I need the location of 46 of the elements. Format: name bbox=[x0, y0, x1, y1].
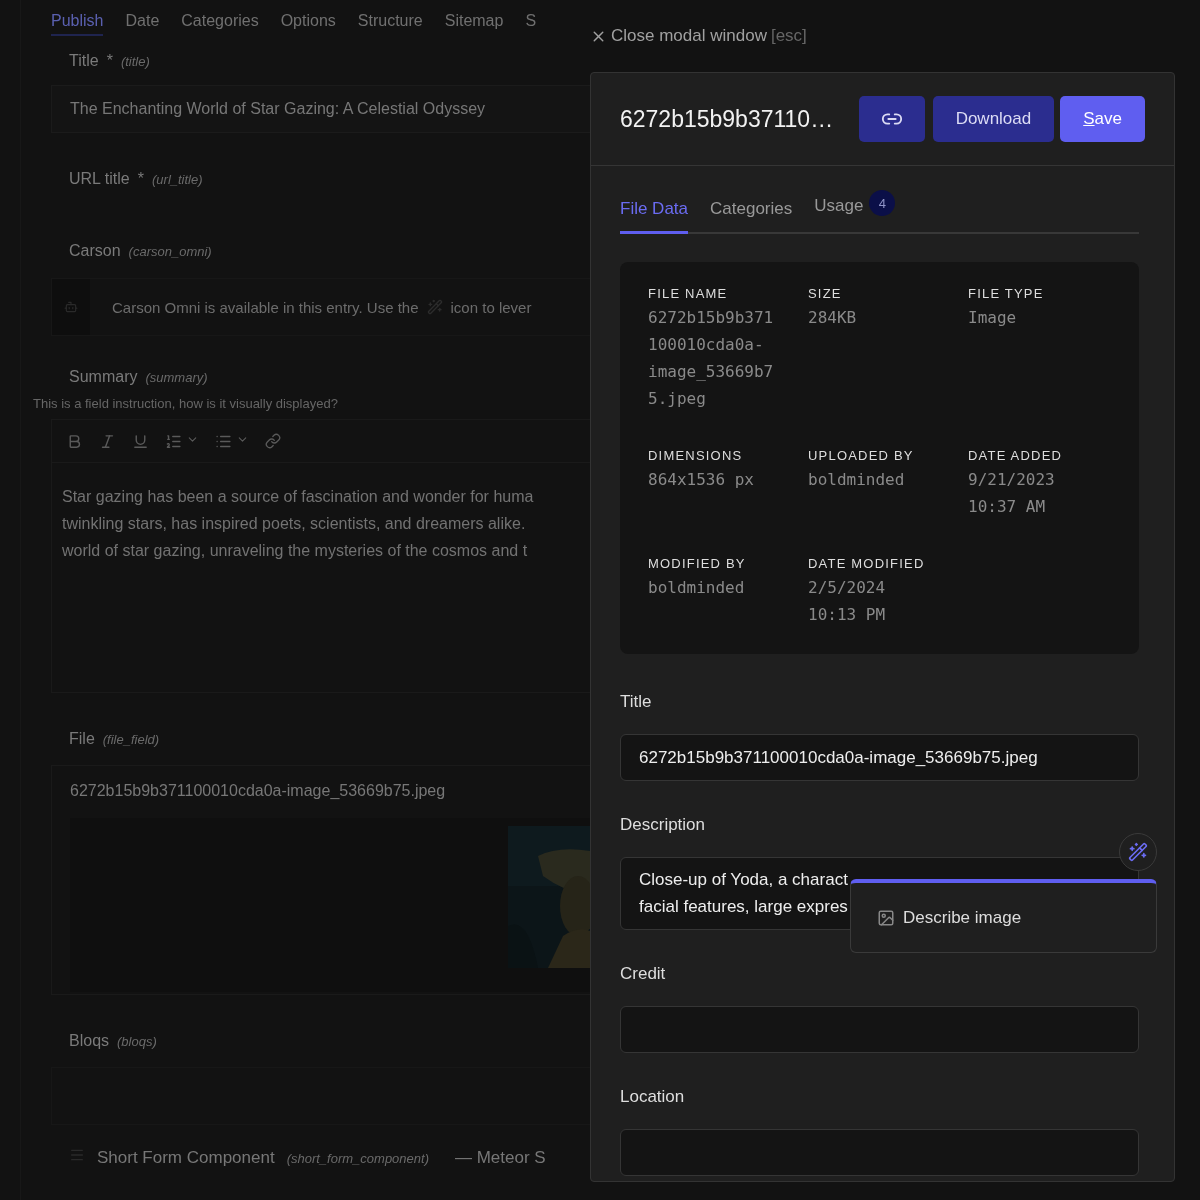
field-handle: (title) bbox=[120, 54, 150, 69]
field-label: Description bbox=[620, 815, 707, 836]
info-value: Image bbox=[968, 307, 1018, 329]
field-instructions: This is a field instruction, how is it visually displayed? bbox=[33, 396, 339, 411]
field-label: File bbox=[69, 730, 95, 748]
info-label: DATE MODIFIED bbox=[808, 556, 926, 571]
summary-text-line: world of star gazing, unraveling the mysteries of the cosmos and t bbox=[62, 541, 529, 561]
field-label: Carson bbox=[69, 242, 121, 260]
required-mark: * bbox=[137, 170, 144, 188]
info-value: 9/21/2023 10:37 AM bbox=[968, 469, 1056, 518]
info-label: FILE TYPE bbox=[968, 286, 1045, 301]
info-value: boldminded bbox=[808, 469, 906, 491]
field-handle: (file_field) bbox=[102, 732, 160, 747]
field-label: Title bbox=[69, 52, 99, 70]
field-handle: (bloqs) bbox=[117, 1034, 157, 1049]
info-value: 284KB bbox=[808, 307, 858, 329]
field-label: URL title bbox=[69, 170, 130, 188]
component-trail: — Meteor S bbox=[455, 1148, 546, 1168]
field-label: Summary bbox=[69, 368, 138, 386]
modal-title: 6272b15b9b37110… bbox=[620, 105, 835, 133]
component-name: Short Form Component bbox=[97, 1148, 275, 1168]
count-badge: 4 bbox=[869, 190, 896, 216]
info-label: SIZE bbox=[808, 286, 843, 301]
file-name: 6272b15b9b371100010cda0a-image_53669b75.jpeg bbox=[70, 782, 446, 799]
field-label: Location bbox=[620, 1087, 686, 1108]
info-value: boldminded bbox=[648, 577, 746, 599]
info-label: DIMENSIONS bbox=[648, 448, 744, 463]
info-value: 864x1536 px bbox=[648, 469, 755, 491]
field-label: Credit bbox=[620, 964, 667, 985]
field-handle: (carson_omni) bbox=[128, 244, 212, 259]
info-value: 2/5/2024 10:13 PM bbox=[808, 577, 887, 626]
info-label: FILE NAME bbox=[648, 286, 729, 301]
summary-text-line: twinkling stars, has inspired poets, scientists, and dreamers alike. bbox=[62, 514, 527, 534]
notice-text: Carson Omni is available in this entry. Use the bbox=[112, 298, 419, 316]
field-handle: (summary) bbox=[145, 370, 208, 385]
field-label: Title bbox=[620, 692, 653, 713]
info-label: DATE ADDED bbox=[968, 448, 1064, 463]
info-value: 6272b15b9b371 100010cda0a- image_53669b7 5.jpeg bbox=[648, 307, 775, 410]
summary-text-line: Star gazing has been a source of fascination and wonder for huma bbox=[62, 487, 535, 507]
field-handle: (url_title) bbox=[152, 172, 203, 187]
field-label: Bloqs bbox=[69, 1032, 110, 1050]
notice-text: icon to lever bbox=[450, 298, 532, 316]
component-handle: (short_form_component) bbox=[286, 1151, 429, 1166]
info-label: UPLOADED BY bbox=[808, 448, 915, 463]
required-mark: * bbox=[106, 52, 113, 70]
info-label: MODIFIED BY bbox=[648, 556, 747, 571]
